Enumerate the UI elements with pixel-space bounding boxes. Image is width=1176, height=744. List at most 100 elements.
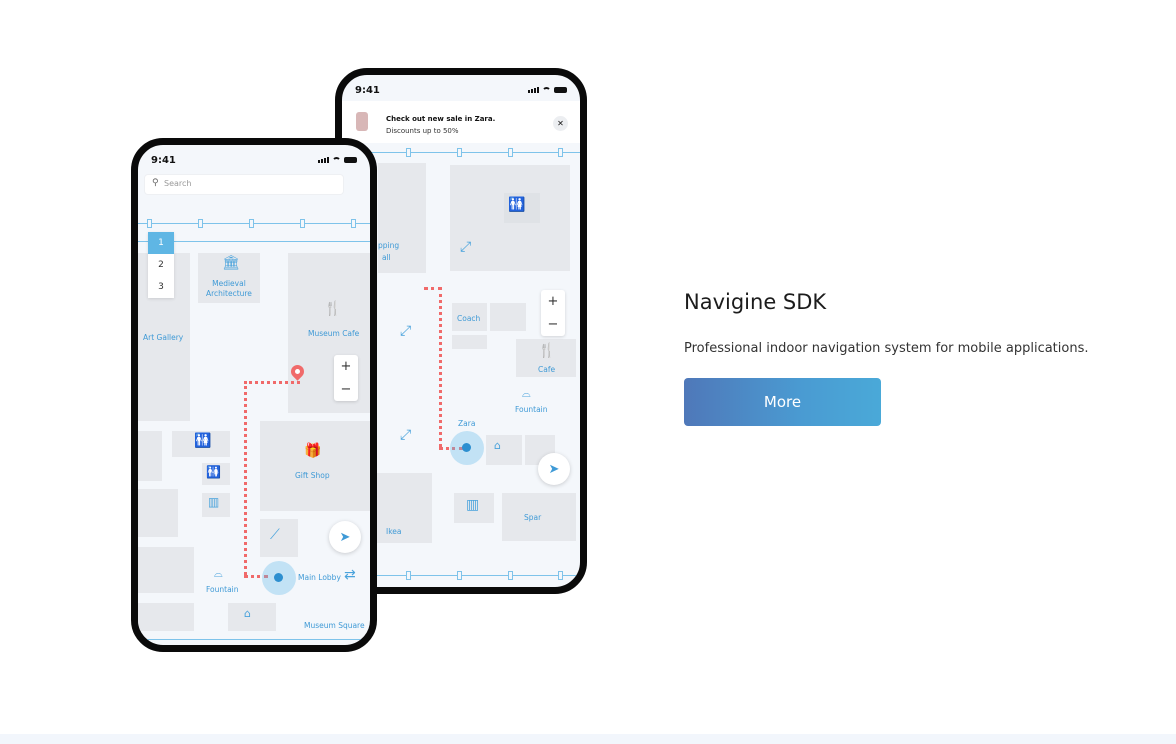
escalator-icon: ⤢ [400, 323, 412, 339]
floor-button-2[interactable]: 2 [148, 254, 174, 276]
navigation-arrow-icon: ➤ [548, 461, 560, 477]
zoom-control: + − [541, 290, 565, 336]
elevator-icon: ▥ [208, 495, 220, 509]
cafe-icon: 🍴 [324, 301, 342, 317]
battery-icon [344, 157, 357, 163]
notification-close-button[interactable]: ✕ [553, 116, 568, 131]
fountain-icon: ⌓ [522, 387, 531, 400]
hanger-icon: ⌂ [494, 439, 501, 452]
route-path [439, 287, 442, 447]
zoom-in-button[interactable]: + [541, 290, 565, 313]
zoom-in-button[interactable]: + [334, 355, 358, 378]
locate-me-button[interactable]: ➤ [538, 453, 570, 485]
user-location-marker [262, 561, 296, 595]
notification-title: Check out new sale in Zara. [386, 115, 496, 123]
map-block-gift-shop [260, 421, 370, 511]
zoom-control: + − [334, 355, 358, 401]
floor-button-3[interactable]: 3 [148, 276, 174, 298]
route-path [244, 381, 300, 384]
map-label-art-gallery: Art Gallery [143, 333, 184, 342]
swap-arrows-icon: ⇄ [344, 567, 356, 583]
map-label-cafe: Cafe [538, 365, 556, 374]
map-door [508, 148, 513, 157]
hanger-icon: ⌂ [244, 607, 251, 620]
map-block [138, 603, 194, 631]
map-block [490, 303, 526, 331]
map-block [452, 335, 487, 349]
signal-icon [528, 87, 539, 93]
status-icons [528, 87, 567, 93]
map-label-spar: Spar [524, 513, 542, 522]
map-door [147, 219, 152, 228]
escalator-icon: ⤢ [400, 427, 412, 443]
map-wall-line [138, 639, 370, 640]
restroom-icon: 🚻 [194, 433, 212, 449]
status-time: 9:41 [355, 85, 380, 96]
map-door [457, 571, 462, 580]
route-path [244, 381, 247, 575]
wifi-icon [332, 157, 341, 163]
status-bar: 9:41 [342, 75, 580, 101]
map-door [351, 219, 356, 228]
product-description: Professional indoor navigation system fo… [684, 341, 1089, 356]
map-door [406, 148, 411, 157]
map-door [558, 148, 563, 157]
notification-banner[interactable]: Check out new sale in Zara. Discounts up… [342, 101, 580, 143]
map-label-gift-shop: Gift Shop [295, 471, 330, 480]
map-label-museum-square: Museum Square [304, 621, 365, 630]
user-location-marker [450, 431, 484, 465]
map-view[interactable]: pping all 🚻 ⤢ Coach 🍴 Cafe ⌓ Fountain ⤢ … [342, 143, 580, 587]
map-label-ikea: Ikea [386, 527, 402, 536]
map-label-fountain: Fountain [515, 405, 548, 414]
map-block-cloakroom [228, 603, 276, 631]
zoom-out-button[interactable]: − [541, 313, 565, 336]
restroom-icon: 🚻 [508, 197, 526, 213]
map-label-coach: Coach [457, 314, 481, 323]
clothing-thumbnail [356, 112, 368, 131]
product-title: Navigine SDK [684, 290, 827, 314]
map-block-ikea [376, 473, 432, 543]
notification-subtitle: Discounts up to 50% [386, 127, 459, 135]
cafe-icon: 🍴 [538, 343, 556, 359]
zoom-out-button[interactable]: − [334, 378, 358, 401]
elevator-icon: ▥ [466, 497, 480, 513]
map-door [508, 571, 513, 580]
status-time: 9:41 [151, 155, 176, 166]
map-block [138, 431, 162, 481]
map-label-museum-cafe: Museum Cafe [308, 329, 360, 338]
map-door [198, 219, 203, 228]
map-block [138, 547, 194, 593]
map-door [457, 148, 462, 157]
map-block [486, 435, 522, 465]
map-door [406, 571, 411, 580]
navigation-arrow-icon: ➤ [339, 529, 351, 545]
map-block [138, 489, 178, 537]
map-view[interactable]: Art Gallery 🏛 Medieval Architecture 🍴 Mu… [138, 205, 370, 645]
map-label-shopping-mall: pping [378, 241, 400, 250]
floor-selector: 1 2 3 [148, 232, 174, 298]
map-wall-line [138, 223, 370, 224]
more-button[interactable]: More [684, 378, 881, 426]
map-label-shopping-mall-2: all [382, 253, 391, 262]
map-door [249, 219, 254, 228]
front-phone: 9:41 ⚲ Search Art Gallery 🏛 Medieval Arc… [131, 138, 377, 652]
battery-icon [554, 87, 567, 93]
status-icons [318, 157, 357, 163]
floor-button-1[interactable]: 1 [148, 232, 174, 254]
map-label-main-lobby: Main Lobby [298, 573, 341, 582]
status-bar: 9:41 [138, 145, 370, 171]
locate-me-button[interactable]: ➤ [329, 521, 361, 553]
restroom-icon: 🚻 [206, 465, 221, 479]
map-door [558, 571, 563, 580]
map-label-zara: Zara [458, 419, 476, 428]
escalator-icon: ⤢ [460, 239, 472, 255]
fountain-icon: ⌓ [214, 567, 223, 580]
search-placeholder: Search [164, 179, 192, 188]
wifi-icon [542, 87, 551, 93]
map-label-medieval-architecture: Medieval Architecture [206, 279, 252, 298]
bottom-strip [0, 734, 1176, 744]
stairs-icon: ⟋ [270, 527, 280, 543]
signal-icon [318, 157, 329, 163]
museum-icon: 🏛 [222, 255, 240, 271]
search-input[interactable]: ⚲ Search [145, 175, 343, 194]
